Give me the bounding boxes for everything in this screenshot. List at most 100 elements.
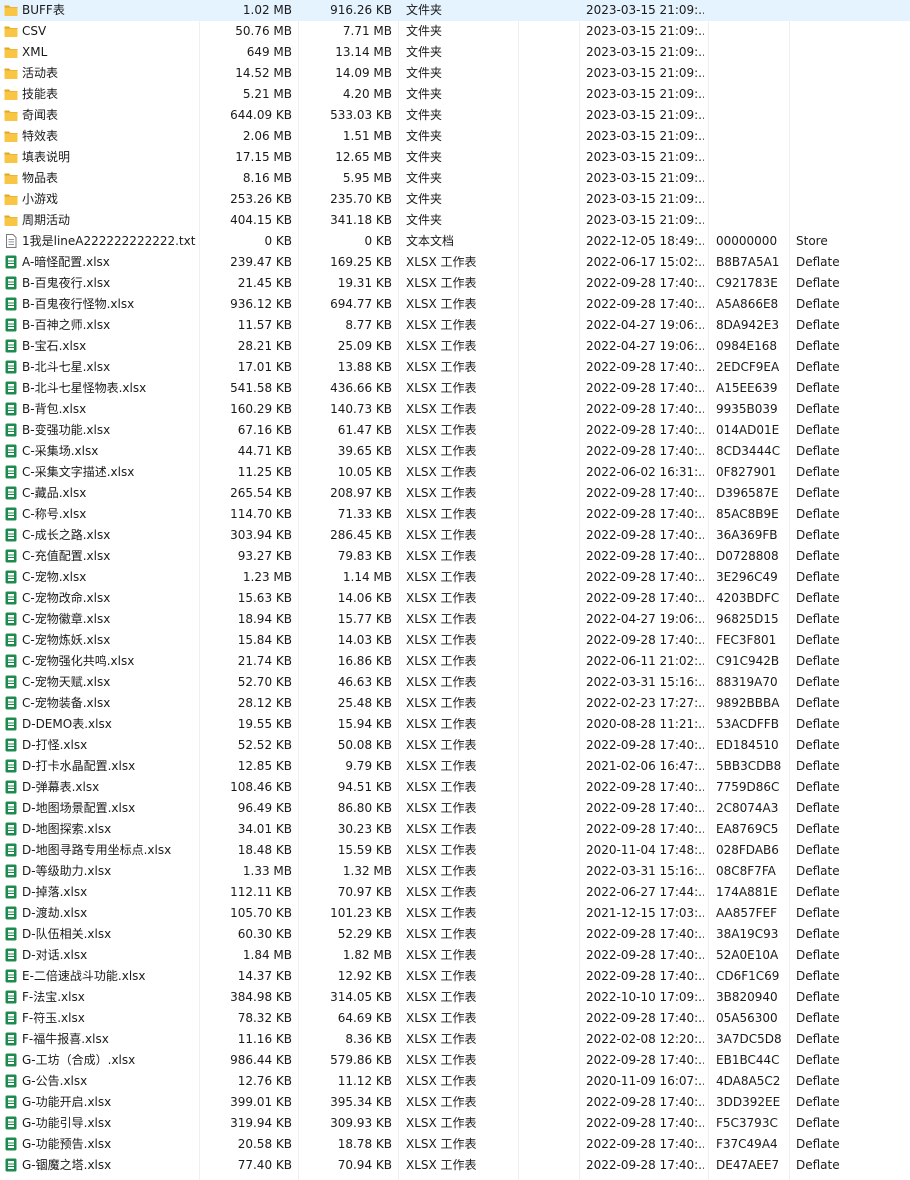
compression-method: Deflate <box>796 444 840 458</box>
crc-value: 8CD3444C <box>716 444 781 458</box>
file-size: 28.12 KB <box>237 696 292 710</box>
file-row[interactable]: D-DEMO表.xlsx 19.55 KB 15.94 KB XLSX 工作表 2020… <box>0 714 910 735</box>
modified-date: 2020-11-09 16:07:... <box>586 1074 704 1088</box>
file-row[interactable]: C-采集场.xlsx 44.71 KB 39.65 KB XLSX 工作表 2022-0… <box>0 441 910 462</box>
modified-date: 2022-09-28 17:40:... <box>586 276 704 290</box>
file-row[interactable]: 小游戏 253.26 KB 235.70 KB 文件夹 2023-03-15 21:09… <box>0 189 910 210</box>
file-row[interactable]: B-北斗七星怪物表.xlsx 541.58 KB 436.66 KB XLSX 工作表… <box>0 378 910 399</box>
file-row[interactable]: F-福牛报喜.xlsx 11.16 KB 8.36 KB XLSX 工作表 2022-0… <box>0 1029 910 1050</box>
file-row[interactable]: G-锢魔之塔.xlsx 77.40 KB 70.94 KB XLSX 工作表 2022-… <box>0 1155 910 1176</box>
file-row[interactable]: C-宠物.xlsx 1.23 MB 1.14 MB XLSX 工作表 2022-09-2… <box>0 567 910 588</box>
file-row[interactable]: 活动表 14.52 MB 14.09 MB 文件夹 2023-03-15 21:09:.… <box>0 63 910 84</box>
file-row[interactable]: B-背包.xlsx 160.29 KB 140.73 KB XLSX 工作表 2022-… <box>0 399 910 420</box>
file-row[interactable]: G-功能开启.xlsx 399.01 KB 395.34 KB XLSX 工作表 202… <box>0 1092 910 1113</box>
file-row[interactable]: 周期活动 404.15 KB 341.18 KB 文件夹 2023-03-15 21:0… <box>0 210 910 231</box>
file-row[interactable]: 奇闻表 644.09 KB 533.03 KB 文件夹 2023-03-15 21:09… <box>0 105 910 126</box>
xlsx-file-icon <box>5 549 17 563</box>
file-row[interactable]: XML 649 MB 13.14 MB 文件夹 2023-03-15 21:09:... <box>0 42 910 63</box>
modified-date: 2022-09-28 17:40:... <box>586 1011 704 1025</box>
file-size: 21.45 KB <box>237 276 292 290</box>
file-row[interactable]: B-北斗七星.xlsx 17.01 KB 13.88 KB XLSX 工作表 2022-… <box>0 357 910 378</box>
file-row[interactable]: 1我是lineA222222222222.txt 0 KB 0 KB 文本文档 2022… <box>0 231 910 252</box>
file-row[interactable]: C-称号.xlsx 114.70 KB 71.33 KB XLSX 工作表 2022-0… <box>0 504 910 525</box>
file-type: 文件夹 <box>406 150 443 164</box>
file-row[interactable]: D-弹幕表.xlsx 108.46 KB 94.51 KB XLSX 工作表 2022-… <box>0 777 910 798</box>
file-row[interactable]: 物品表 8.16 MB 5.95 MB 文件夹 2023-03-15 21:09:... <box>0 168 910 189</box>
file-name: D-掉落.xlsx <box>22 885 88 899</box>
file-row[interactable]: C-宠物改命.xlsx 15.63 KB 14.06 KB XLSX 工作表 2022-… <box>0 588 910 609</box>
file-row[interactable]: B-宝石.xlsx 28.21 KB 25.09 KB XLSX 工作表 2022-04… <box>0 336 910 357</box>
compression-method: Deflate <box>796 381 840 395</box>
modified-date: 2023-03-15 21:09:... <box>586 3 704 17</box>
file-row[interactable]: D-地图场景配置.xlsx 96.49 KB 86.80 KB XLSX 工作表 202… <box>0 798 910 819</box>
folder-icon <box>4 152 18 163</box>
packed-size: 1.14 MB <box>342 570 392 584</box>
file-row[interactable]: D-打怪.xlsx 52.52 KB 50.08 KB XLSX 工作表 2022-09… <box>0 735 910 756</box>
modified-date: 2022-09-28 17:40:... <box>586 507 704 521</box>
compression-method: Deflate <box>796 1032 840 1046</box>
file-row[interactable]: C-藏品.xlsx 265.54 KB 208.97 KB XLSX 工作表 2022-… <box>0 483 910 504</box>
crc-value: 014AD01E <box>716 423 780 437</box>
file-row[interactable]: B-百鬼夜行怪物.xlsx 936.12 KB 694.77 KB XLSX 工作表 2… <box>0 294 910 315</box>
file-size: 18.94 KB <box>237 612 292 626</box>
file-row[interactable]: C-宠物徽章.xlsx 18.94 KB 15.77 KB XLSX 工作表 2022-… <box>0 609 910 630</box>
file-type: XLSX 工作表 <box>406 591 477 605</box>
file-row[interactable]: BUFF表 1.02 MB 916.26 KB 文件夹 2023-03-15 21:09… <box>0 0 910 21</box>
crc-value <box>716 189 790 210</box>
file-name: A-暗怪配置.xlsx <box>22 255 110 269</box>
file-size: 52.52 KB <box>237 738 292 752</box>
crc-value: D396587E <box>716 486 779 500</box>
file-row[interactable]: D-地图探索.xlsx 34.01 KB 30.23 KB XLSX 工作表 2022-… <box>0 819 910 840</box>
file-row[interactable]: D-渡劫.xlsx 105.70 KB 101.23 KB XLSX 工作表 2021-… <box>0 903 910 924</box>
file-row[interactable]: B-百鬼夜行.xlsx 21.45 KB 19.31 KB XLSX 工作表 2022-… <box>0 273 910 294</box>
file-size: 60.30 KB <box>237 927 292 941</box>
file-row[interactable]: G-功能引导.xlsx 319.94 KB 309.93 KB XLSX 工作表 202… <box>0 1113 910 1134</box>
file-type: XLSX 工作表 <box>406 486 477 500</box>
modified-date: 2023-03-15 21:09:... <box>586 87 704 101</box>
crc-value <box>716 210 790 231</box>
file-row[interactable]: D-等级助力.xlsx 1.33 MB 1.32 MB XLSX 工作表 2022-03… <box>0 861 910 882</box>
file-row[interactable]: C-成长之路.xlsx 303.94 KB 286.45 KB XLSX 工作表 202… <box>0 525 910 546</box>
file-row[interactable]: B-百神之师.xlsx 11.57 KB 8.77 KB XLSX 工作表 2022-0… <box>0 315 910 336</box>
file-row[interactable]: C-宠物炼妖.xlsx 15.84 KB 14.03 KB XLSX 工作表 2022-… <box>0 630 910 651</box>
file-row[interactable]: G-功能预告.xlsx 20.58 KB 18.78 KB XLSX 工作表 2022-… <box>0 1134 910 1155</box>
file-row[interactable]: 技能表 5.21 MB 4.20 MB 文件夹 2023-03-15 21:09:... <box>0 84 910 105</box>
file-row[interactable]: C-宠物强化共鸣.xlsx 21.74 KB 16.86 KB XLSX 工作表 202… <box>0 651 910 672</box>
xlsx-file-icon <box>5 990 17 1004</box>
modified-date: 2022-12-05 18:49:... <box>586 234 704 248</box>
file-size: 78.32 KB <box>237 1011 292 1025</box>
modified-date: 2022-09-28 17:40:... <box>586 297 704 311</box>
folder-icon <box>4 5 18 16</box>
file-row[interactable]: C-宠物装备.xlsx 28.12 KB 25.48 KB XLSX 工作表 2022-… <box>0 693 910 714</box>
crc-value <box>716 105 790 126</box>
file-row[interactable]: C-采集文字描述.xlsx 11.25 KB 10.05 KB XLSX 工作表 202… <box>0 462 910 483</box>
file-row[interactable]: D-掉落.xlsx 112.11 KB 70.97 KB XLSX 工作表 2022-0… <box>0 882 910 903</box>
file-size: 5.21 MB <box>242 87 292 101</box>
folder-icon <box>4 215 18 226</box>
file-row[interactable]: F-符玉.xlsx 78.32 KB 64.69 KB XLSX 工作表 2022-09… <box>0 1008 910 1029</box>
file-row[interactable]: D-队伍相关.xlsx 60.30 KB 52.29 KB XLSX 工作表 2022-… <box>0 924 910 945</box>
file-row[interactable]: G-工坊（合成）.xlsx 986.44 KB 579.86 KB XLSX 工作表 2… <box>0 1050 910 1071</box>
file-row[interactable]: D-打卡水晶配置.xlsx 12.85 KB 9.79 KB XLSX 工作表 2021… <box>0 756 910 777</box>
file-name: 周期活动 <box>22 213 71 227</box>
packed-size: 5.95 MB <box>342 171 392 185</box>
folder-icon <box>4 68 18 79</box>
file-type: 文件夹 <box>406 24 443 38</box>
file-size: 11.25 KB <box>237 465 292 479</box>
file-row[interactable]: CSV 50.76 MB 7.71 MB 文件夹 2023-03-15 21:09:..… <box>0 21 910 42</box>
file-row[interactable]: 填表说明 17.15 MB 12.65 MB 文件夹 2023-03-15 21:09:… <box>0 147 910 168</box>
file-row[interactable]: A-暗怪配置.xlsx 239.47 KB 169.25 KB XLSX 工作表 202… <box>0 252 910 273</box>
file-row[interactable]: D-地图寻路专用坐标点.xlsx 18.48 KB 15.59 KB XLSX 工作表… <box>0 840 910 861</box>
file-row[interactable]: G-公告.xlsx 12.76 KB 11.12 KB XLSX 工作表 2020-11… <box>0 1071 910 1092</box>
file-row[interactable]: B-变强功能.xlsx 67.16 KB 61.47 KB XLSX 工作表 2022-… <box>0 420 910 441</box>
file-row[interactable]: 特效表 2.06 MB 1.51 MB 文件夹 2023-03-15 21:09:... <box>0 126 910 147</box>
file-row[interactable]: D-对话.xlsx 1.84 MB 1.82 MB XLSX 工作表 2022-09-2… <box>0 945 910 966</box>
modified-date: 2022-04-27 19:06:... <box>586 318 704 332</box>
file-size: 541.58 KB <box>230 381 292 395</box>
file-row[interactable]: E-二倍速战斗功能.xlsx 14.37 KB 12.92 KB XLSX 工作表 20… <box>0 966 910 987</box>
modified-date: 2022-09-28 17:40:... <box>586 528 704 542</box>
file-row[interactable]: C-充值配置.xlsx 93.27 KB 79.83 KB XLSX 工作表 2022-… <box>0 546 910 567</box>
file-row[interactable]: C-宠物天赋.xlsx 52.70 KB 46.63 KB XLSX 工作表 2022-… <box>0 672 910 693</box>
file-row[interactable]: F-法宝.xlsx 384.98 KB 314.05 KB XLSX 工作表 2022-… <box>0 987 910 1008</box>
file-name: D-地图寻路专用坐标点.xlsx <box>22 843 172 857</box>
